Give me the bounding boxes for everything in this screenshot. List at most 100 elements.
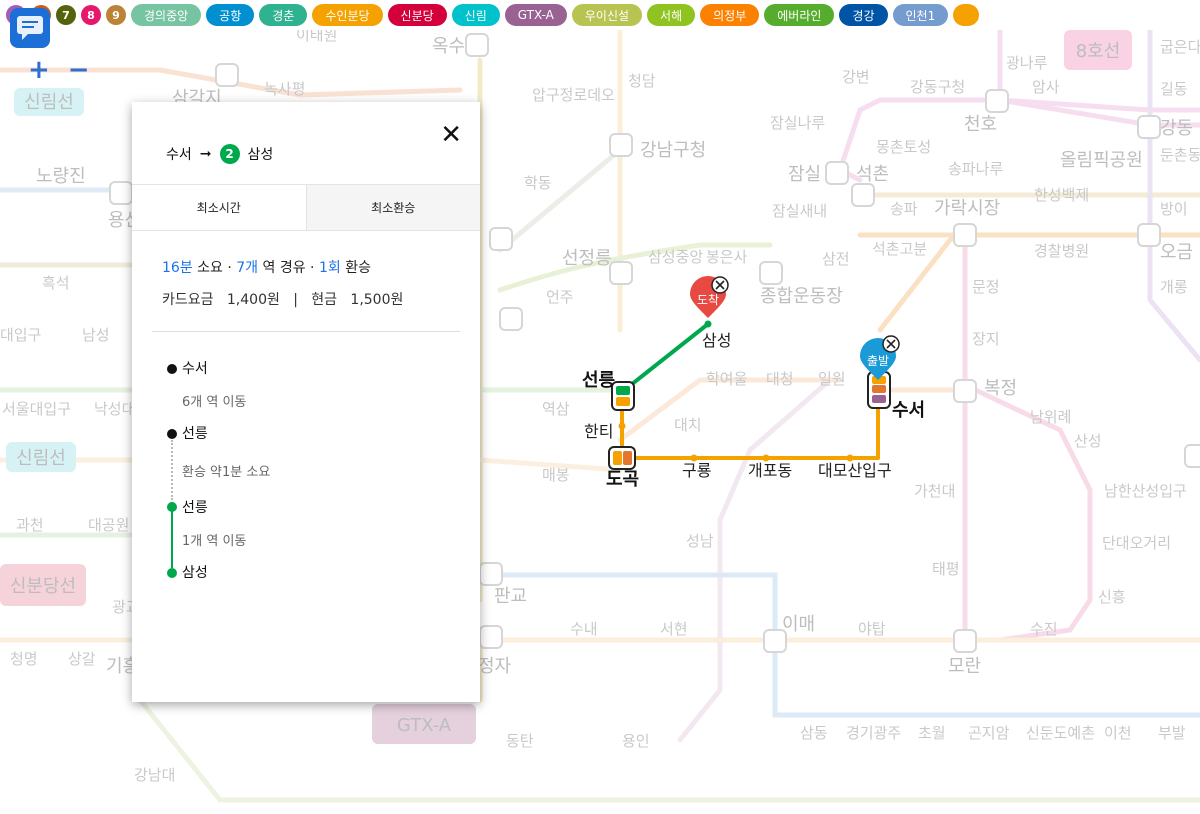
line-pill-button[interactable]: 인천1 <box>892 4 949 26</box>
line-badge-8: 8호선 <box>1076 41 1121 62</box>
station-label: 과천 <box>16 516 44 534</box>
route-origin: 수서 <box>166 147 192 163</box>
line-circle-button[interactable]: 9 <box>106 5 126 25</box>
step-station: 삼성 <box>182 565 208 581</box>
station-label: 송파 <box>890 200 918 218</box>
station-label: 언주 <box>546 288 574 306</box>
station-label: 올림픽공원 <box>1060 150 1143 171</box>
line-pill-button[interactable] <box>953 4 980 26</box>
station-label: 학동 <box>524 174 552 192</box>
station-label: 일원 <box>818 370 846 388</box>
line-pill-button[interactable]: GTX-A <box>504 4 567 26</box>
route-option-tabs: 최소시간 최소환승 <box>132 184 480 231</box>
line-2-segment <box>171 510 173 568</box>
line-pill-button[interactable]: 경의중앙 <box>131 4 202 26</box>
station-label: 강변 <box>842 68 870 86</box>
zoom-out-button[interactable]: − <box>68 57 90 83</box>
step-detail: 1개 역 이동 <box>182 534 247 549</box>
station-label: 녹사평 <box>264 80 305 98</box>
tab-min-time[interactable]: 최소시간 <box>132 185 306 230</box>
step-station: 선릉 <box>182 426 208 442</box>
transfer-count: 1회 <box>318 260 341 276</box>
line-circle-button[interactable]: 7 <box>56 5 76 25</box>
station-label: 모란 <box>948 656 981 677</box>
station-label: 경기광주 <box>846 724 901 742</box>
station-label: 판교 <box>494 586 527 607</box>
line-pill-button[interactable]: 신림 <box>451 4 500 26</box>
station-label: 삼동 <box>800 724 828 742</box>
station-label: 대공원 <box>88 516 129 534</box>
route-label-hanti: 한티 <box>584 422 613 441</box>
station-label: 흑석 <box>42 274 70 292</box>
route-summary: 16분 소요 · 7개 역 경유 · 1회 환승 카드요금 1,400원 | 현… <box>132 231 480 309</box>
divider <box>152 331 460 332</box>
remove-arrival-icon[interactable] <box>711 276 729 294</box>
line-pill-button[interactable]: 경춘 <box>259 4 308 26</box>
line-pill-button[interactable]: 수인분당 <box>312 4 383 26</box>
station-label: 잠실새내 <box>772 202 827 220</box>
station-label: 장지 <box>972 330 1000 348</box>
station-label: 정자 <box>478 656 512 677</box>
remove-departure-icon[interactable] <box>882 335 900 353</box>
line-pill-button[interactable]: 에버라인 <box>764 4 835 26</box>
station-label: 서현 <box>660 620 688 638</box>
station-dogok[interactable] <box>608 446 636 470</box>
arrow-right-icon: ➞ <box>199 146 212 162</box>
cash-fare-label: 현금 <box>311 292 338 308</box>
transfer-dotted-line <box>171 440 173 500</box>
station-label: 송파나루 <box>948 160 1003 178</box>
line-badge-sinbundang: 신분당선 <box>10 576 76 597</box>
station-label: 청명 <box>10 650 38 668</box>
close-panel-button[interactable]: ✕ <box>440 120 462 150</box>
route-station-dot <box>704 320 712 328</box>
seoul-logo-icon[interactable] <box>10 8 50 48</box>
line-circle-button[interactable]: 8 <box>81 5 101 25</box>
station-label: 노량진 <box>36 166 86 187</box>
stop-count: 7개 <box>236 260 259 276</box>
station-label: 서울대입구 <box>2 400 71 418</box>
station-label: 성남 <box>686 532 714 550</box>
station-label: 문정 <box>972 278 1000 296</box>
station-label: 몽촌토성 <box>876 138 931 156</box>
cash-fare-value: 1,500원 <box>350 292 404 308</box>
fare-info: 카드요금 1,400원 | 현금 1,500원 <box>162 289 480 309</box>
station-label: 삼전 <box>822 250 850 268</box>
line-badge-gtxa: GTX-A <box>397 715 452 736</box>
line-pill-button[interactable]: 서해 <box>647 4 696 26</box>
station-label: 부발 <box>1158 724 1186 742</box>
station-label: 이매 <box>782 614 815 635</box>
station-label: 태평 <box>932 560 960 578</box>
station-label: 남위례 <box>1030 408 1071 426</box>
station-label: 청담 <box>628 72 656 90</box>
travel-time-suffix: 소요 · <box>192 260 237 276</box>
line-selector-bar: 7 8 9 경의중앙 공항 경춘 수인분당 신분당 신림 GTX-A 우이신설 서해 의정부 에버라인 경강… <box>0 0 1200 30</box>
line-pill-button[interactable]: 우이신설 <box>571 4 643 26</box>
station-label: 복정 <box>984 378 1017 399</box>
line-pill-button[interactable]: 의정부 <box>700 4 760 26</box>
station-label: 석촌고분 <box>872 240 927 258</box>
card-fare-label: 카드요금 <box>162 292 214 308</box>
route-destination: 삼성 <box>247 147 274 163</box>
station-label: 암사 <box>1032 78 1060 96</box>
line-pill-button[interactable]: 신분당 <box>387 4 447 26</box>
line-pill-button[interactable]: 경강 <box>839 4 888 26</box>
station-label: 상갈 <box>68 650 96 668</box>
travel-time: 16분 <box>162 260 193 276</box>
station-label: 남성 <box>82 326 110 344</box>
tab-min-transfer[interactable]: 최소환승 <box>305 185 480 230</box>
line-badge-sillim-a: 신림선 <box>24 92 74 113</box>
station-label: 봉은사 <box>706 248 748 266</box>
stop-count-suffix: 역 경유 · <box>258 260 319 276</box>
step-dot <box>167 429 177 439</box>
station-label: 강동구청 <box>910 78 965 96</box>
step-station: 수서 <box>182 361 208 377</box>
station-seolleung[interactable] <box>611 381 635 411</box>
zoom-in-button[interactable]: + <box>28 57 50 83</box>
station-label: 강남대 <box>134 766 175 784</box>
station-label: 압구정로데오 <box>532 86 615 104</box>
station-label: 용인 <box>622 732 650 750</box>
line-pill-button[interactable]: 공항 <box>206 4 255 26</box>
station-label: 산성 <box>1074 432 1102 450</box>
station-label: 수내 <box>570 620 598 638</box>
station-label: 역삼 <box>542 400 570 418</box>
